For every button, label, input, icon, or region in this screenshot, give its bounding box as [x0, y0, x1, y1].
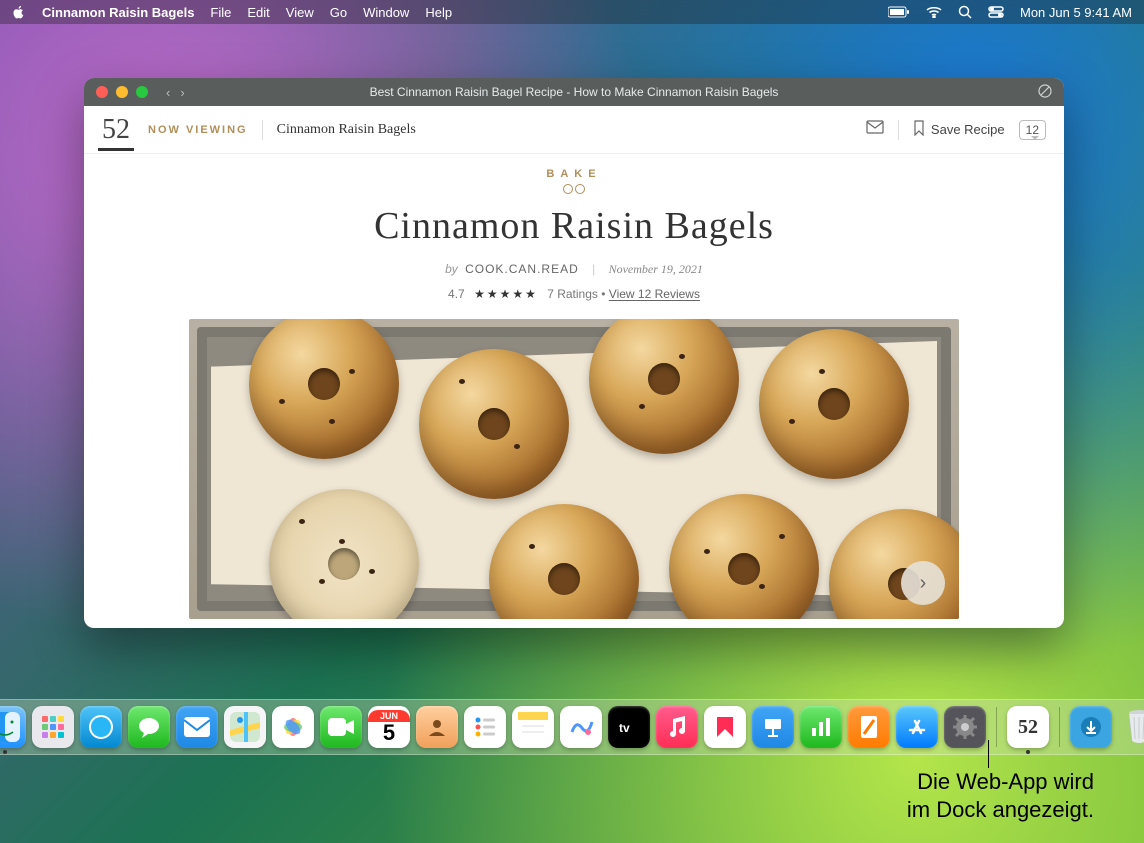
dock-webapp-52[interactable]: 52 — [1007, 706, 1049, 748]
rating-stars-icon: ★★★★★ — [474, 287, 538, 301]
dock-appstore[interactable] — [896, 706, 938, 748]
running-indicator-icon — [3, 750, 7, 754]
window-titlebar[interactable]: ‹ › Best Cinnamon Raisin Bagel Recipe - … — [84, 78, 1064, 106]
recipe-author[interactable]: COOK.CAN.READ — [465, 262, 579, 276]
image-next-button[interactable]: › — [901, 561, 945, 605]
dock-news[interactable] — [704, 706, 746, 748]
breadcrumb[interactable]: Cinnamon Raisin Bagels — [277, 122, 416, 138]
category-ornament-icon — [84, 184, 1064, 194]
menu-help[interactable]: Help — [425, 5, 452, 20]
dock-numbers[interactable] — [800, 706, 842, 748]
callout-line-1: Die Web-App wird — [907, 768, 1094, 796]
bookmark-icon — [913, 120, 925, 139]
dock-safari[interactable] — [80, 706, 122, 748]
spotlight-icon[interactable] — [958, 5, 972, 19]
callout-leader-line — [988, 740, 989, 768]
now-viewing-label: NOW VIEWING — [148, 124, 248, 136]
recipe-title: Cinnamon Raisin Bagels — [84, 204, 1064, 248]
window-zoom-button[interactable] — [136, 86, 148, 98]
comment-count-badge[interactable]: 12 — [1019, 120, 1046, 140]
email-icon[interactable] — [866, 120, 884, 139]
recipe-date: November 19, 2021 — [609, 262, 703, 276]
calendar-day: 5 — [383, 722, 395, 744]
menu-edit[interactable]: Edit — [247, 5, 269, 20]
dock-notes[interactable] — [512, 706, 554, 748]
dock-reminders[interactable] — [464, 706, 506, 748]
window-minimize-button[interactable] — [116, 86, 128, 98]
nav-back-button[interactable]: ‹ — [166, 85, 170, 100]
menu-go[interactable]: Go — [330, 5, 347, 20]
rating-value: 4.7 — [448, 287, 465, 301]
ratings-count: 7 Ratings — [547, 287, 598, 301]
no-tracking-icon[interactable] — [1038, 87, 1052, 101]
view-reviews-link[interactable]: View 12 Reviews — [609, 287, 700, 301]
recipe-category[interactable]: BAKE — [84, 168, 1064, 180]
nav-forward-button[interactable]: › — [180, 85, 184, 100]
control-center-icon[interactable] — [988, 6, 1004, 18]
dock-settings[interactable] — [944, 706, 986, 748]
battery-icon[interactable] — [888, 6, 910, 18]
dock: JUN 5 tv — [0, 699, 1144, 755]
menubar-clock[interactable]: Mon Jun 5 9:41 AM — [1020, 5, 1132, 20]
by-label: by — [445, 262, 458, 276]
recipe-hero-image: › — [189, 319, 959, 619]
dock-separator — [996, 707, 997, 747]
dock-finder[interactable] — [0, 706, 26, 748]
dock-separator — [1059, 707, 1060, 747]
menu-file[interactable]: File — [210, 5, 231, 20]
menu-view[interactable]: View — [286, 5, 314, 20]
menubar: Cinnamon Raisin Bagels File Edit View Go… — [0, 0, 1144, 24]
callout-text: Die Web-App wird im Dock angezeigt. — [907, 768, 1094, 823]
dock-freeform[interactable] — [560, 706, 602, 748]
dock-mail[interactable] — [176, 706, 218, 748]
macos-desktop: Cinnamon Raisin Bagels File Edit View Go… — [0, 0, 1144, 843]
save-recipe-button[interactable]: Save Recipe — [913, 120, 1005, 139]
running-indicator-icon — [1026, 750, 1030, 754]
apple-menu-icon[interactable] — [12, 5, 26, 19]
window-title: Best Cinnamon Raisin Bagel Recipe - How … — [84, 85, 1064, 99]
divider — [262, 120, 263, 140]
menu-window[interactable]: Window — [363, 5, 409, 20]
dock-downloads[interactable] — [1070, 706, 1112, 748]
wifi-icon[interactable] — [926, 6, 942, 18]
ratings-row: 4.7 ★★★★★ 7 Ratings • View 12 Reviews — [84, 287, 1064, 301]
recipe-byline: by COOK.CAN.READ | November 19, 2021 — [84, 262, 1064, 277]
app-window: ‹ › Best Cinnamon Raisin Bagel Recipe - … — [84, 78, 1064, 628]
dock-maps[interactable] — [224, 706, 266, 748]
callout-line-2: im Dock angezeigt. — [907, 796, 1094, 824]
dock-webapp-label: 52 — [1018, 716, 1038, 739]
dock-photos[interactable] — [272, 706, 314, 748]
dock-calendar[interactable]: JUN 5 — [368, 706, 410, 748]
dock-facetime[interactable] — [320, 706, 362, 748]
save-recipe-label: Save Recipe — [931, 122, 1005, 137]
divider — [898, 120, 899, 140]
menubar-app-name[interactable]: Cinnamon Raisin Bagels — [42, 5, 194, 20]
recipe-content: BAKE Cinnamon Raisin Bagels by COOK.CAN.… — [84, 154, 1064, 628]
dock-contacts[interactable] — [416, 706, 458, 748]
dock-trash[interactable] — [1118, 706, 1144, 748]
dock-messages[interactable] — [128, 706, 170, 748]
dock-pages[interactable] — [848, 706, 890, 748]
window-close-button[interactable] — [96, 86, 108, 98]
site-logo[interactable]: 52 — [98, 114, 134, 151]
dock-launchpad[interactable] — [32, 706, 74, 748]
dock-keynote[interactable] — [752, 706, 794, 748]
page-toolbar: 52 NOW VIEWING Cinnamon Raisin Bagels Sa… — [84, 106, 1064, 154]
svg-text:tv: tv — [619, 721, 630, 735]
dock-tv[interactable]: tv — [608, 706, 650, 748]
dock-music[interactable] — [656, 706, 698, 748]
